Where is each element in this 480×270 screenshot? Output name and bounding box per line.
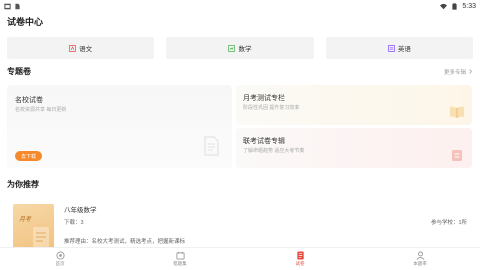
tab-profile[interactable]: 本题率 bbox=[360, 248, 480, 270]
card-subtitle: 了解命题趋势 适应大考节奏 bbox=[243, 148, 305, 154]
more-albums-link[interactable]: 更多专辑 bbox=[444, 68, 473, 76]
tab-home[interactable]: 首页 bbox=[0, 248, 120, 270]
card-joint-exam[interactable]: 联考试卷专辑 了解命题趋势 适应大考节奏 bbox=[236, 128, 472, 168]
special-section-header: 专题卷 更多专辑 bbox=[7, 66, 473, 77]
download-count: 下载：3 bbox=[64, 220, 84, 226]
exam-paper-icon bbox=[449, 147, 465, 163]
open-book-icon bbox=[449, 104, 465, 120]
card-monthly-test[interactable]: 月考测试专栏 阶段性巩固 提升复习效率 bbox=[236, 85, 472, 125]
chevron-right-icon bbox=[469, 69, 472, 74]
tab-papers[interactable]: 试卷 bbox=[240, 248, 360, 270]
tab-label: 错题集 bbox=[173, 261, 187, 266]
subject-label: 语文 bbox=[79, 46, 93, 53]
subject-label: 英语 bbox=[397, 46, 411, 53]
english-book-icon bbox=[387, 44, 395, 52]
subject-button-english[interactable]: 英语 bbox=[325, 37, 473, 59]
go-download-button[interactable]: 去下载 bbox=[15, 151, 42, 161]
card-title: 联考试卷专辑 bbox=[243, 138, 285, 145]
sim-icon bbox=[14, 3, 21, 10]
subject-label: 数学 bbox=[238, 46, 252, 53]
card-subtitle: 名校资源共享 每日更新 bbox=[15, 107, 67, 113]
status-time: 5:33 bbox=[462, 2, 476, 10]
paper-cover: 月考 bbox=[13, 204, 54, 252]
battery-icon bbox=[451, 2, 458, 10]
recommend-reason: 推荐理由：名校大考测试，精选考点，把握新课标 bbox=[64, 239, 186, 245]
more-albums-label: 更多专辑 bbox=[443, 69, 466, 76]
tab-label: 首页 bbox=[55, 261, 65, 266]
document-icon bbox=[33, 227, 49, 247]
section-title-recommend: 为你推荐 bbox=[7, 180, 39, 189]
card-title: 月考测试专栏 bbox=[243, 95, 285, 102]
subject-selector: 语文 数学 英语 bbox=[7, 37, 473, 59]
section-title-special: 专题卷 bbox=[7, 67, 31, 76]
tab-label: 本题率 bbox=[413, 261, 427, 266]
recommend-list-item[interactable]: 月考 八年级数学 下载：3 参与学校：1所 推荐理由：名校大考测试，精选考点，把… bbox=[7, 198, 473, 252]
chinese-book-icon bbox=[69, 44, 77, 52]
tab-label: 试卷 bbox=[295, 261, 305, 266]
wrongbook-icon bbox=[175, 251, 185, 260]
bottom-tab-bar: 首页 错题集 试卷 本题率 bbox=[0, 247, 480, 270]
participating-schools: 参与学校：1所 bbox=[430, 220, 467, 226]
card-title: 名校试卷 bbox=[15, 97, 43, 104]
tab-wrong-questions[interactable]: 错题集 bbox=[120, 248, 240, 270]
status-bar: 5:33 bbox=[0, 0, 480, 12]
document-icon bbox=[200, 135, 222, 157]
wifi-icon bbox=[440, 3, 448, 10]
math-book-icon bbox=[228, 44, 236, 52]
profile-icon bbox=[416, 251, 425, 260]
subject-button-chinese[interactable]: 语文 bbox=[7, 37, 155, 59]
subject-button-math[interactable]: 数学 bbox=[166, 37, 314, 59]
image-icon bbox=[4, 3, 11, 10]
card-subtitle: 阶段性巩固 提升复习效率 bbox=[243, 105, 300, 111]
card-famous-school-papers[interactable]: 名校试卷 名校资源共享 每日更新 去下载 bbox=[7, 85, 232, 168]
paper-name: 八年级数学 bbox=[64, 207, 97, 214]
home-icon bbox=[55, 251, 65, 260]
paper-icon bbox=[296, 251, 305, 260]
page-title: 试卷中心 bbox=[7, 17, 44, 27]
cover-label: 月考 bbox=[19, 217, 32, 223]
